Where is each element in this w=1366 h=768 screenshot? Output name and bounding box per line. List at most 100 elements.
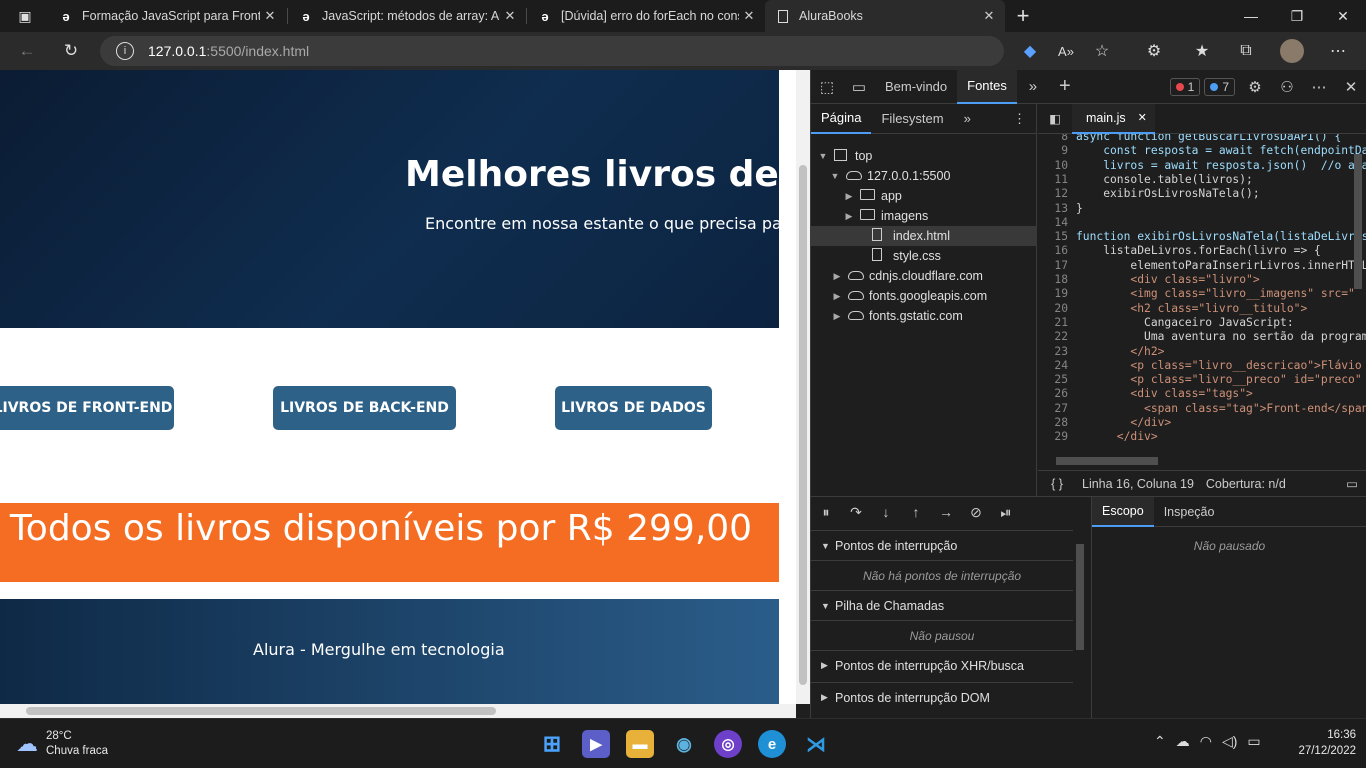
- step-over-icon[interactable]: ↷: [841, 504, 871, 521]
- extensions-icon[interactable]: ⚙: [1138, 36, 1170, 66]
- teams-chat-icon[interactable]: ▶: [582, 730, 610, 758]
- wifi-icon[interactable]: ◠: [1200, 733, 1212, 750]
- code-line[interactable]: 23 </h2>: [1038, 345, 1366, 359]
- inspect-element-icon[interactable]: ⬚: [811, 78, 843, 96]
- line-number[interactable]: 29: [1038, 430, 1076, 444]
- section-call-stack[interactable]: ▼ Pilha de Chamadas: [811, 590, 1073, 620]
- line-number[interactable]: 16: [1038, 244, 1076, 258]
- line-number[interactable]: 21: [1038, 316, 1076, 330]
- connect-icon[interactable]: ⚇: [1271, 78, 1303, 96]
- line-number[interactable]: 20: [1038, 302, 1076, 316]
- close-tab-icon[interactable]: ✕: [739, 8, 759, 24]
- tab-filesystem[interactable]: Filesystem: [871, 104, 953, 134]
- code-line[interactable]: 18 <div class="livro">: [1038, 273, 1366, 287]
- restore-icon[interactable]: ❐: [1274, 0, 1320, 32]
- edge-icon[interactable]: e: [758, 730, 786, 758]
- add-favorite-icon[interactable]: ☆: [1086, 36, 1118, 66]
- code-line[interactable]: 19 <img class="livro__imagens" src=": [1038, 287, 1366, 301]
- tab-inspecao[interactable]: Inspeção: [1154, 497, 1225, 527]
- step-icon[interactable]: →: [931, 504, 961, 520]
- code-line[interactable]: 11 console.table(livros);: [1038, 173, 1366, 187]
- tab-pagina[interactable]: Página: [811, 104, 872, 134]
- section-dom-breakpoints[interactable]: ▶ Pontos de interrupção DOM: [811, 682, 1073, 712]
- tab-formacao[interactable]: ə Formação JavaScript para Front-end ✕: [48, 0, 286, 32]
- tab-bem-vindo[interactable]: Bem-vindo: [875, 70, 957, 104]
- minimize-icon[interactable]: —: [1228, 0, 1274, 32]
- vscode-icon[interactable]: ⋊: [802, 730, 830, 758]
- line-number[interactable]: 10: [1038, 159, 1076, 173]
- code-line[interactable]: 13}: [1038, 202, 1366, 216]
- shopping-tag-icon[interactable]: ◆: [1014, 36, 1046, 66]
- tab-main-js[interactable]: main.js ✕: [1072, 103, 1155, 134]
- chevron-up-icon[interactable]: ⌃: [1154, 733, 1166, 750]
- line-number[interactable]: 19: [1038, 287, 1076, 301]
- tree-item-localhost[interactable]: ▼ 127.0.0.1:5500: [811, 166, 1037, 186]
- tree-item-style-css[interactable]: style.css: [811, 246, 1037, 266]
- step-out-icon[interactable]: ↑: [901, 504, 931, 520]
- tab-fontes[interactable]: Fontes: [957, 69, 1017, 104]
- close-tab-icon[interactable]: ✕: [500, 8, 520, 24]
- line-number[interactable]: 18: [1038, 273, 1076, 287]
- line-number[interactable]: 14: [1038, 216, 1076, 230]
- close-tab-icon[interactable]: ✕: [979, 8, 999, 24]
- deactivate-breakpoints-icon[interactable]: ⊘: [961, 504, 991, 521]
- editor-horizontal-scrollbar[interactable]: [1038, 454, 1366, 468]
- error-badge[interactable]: 1: [1169, 77, 1201, 96]
- line-number[interactable]: 15: [1038, 230, 1076, 244]
- tree-item-top[interactable]: ▼ top: [811, 146, 1037, 166]
- line-number[interactable]: 12: [1038, 187, 1076, 201]
- system-tray[interactable]: ⌃ ☁ ◠ ◁) ▭: [1154, 733, 1261, 750]
- code-line[interactable]: 22 Uma aventura no sertão da programação: [1038, 330, 1366, 344]
- page-horizontal-scrollbar[interactable]: [0, 704, 796, 718]
- code-line[interactable]: 16 listaDeLivros.forEach(livro => {: [1038, 244, 1366, 258]
- message-badge[interactable]: 7: [1204, 77, 1235, 96]
- code-line[interactable]: 24 <p class="livro__descricao">Flávio: [1038, 359, 1366, 373]
- volume-icon[interactable]: ◁): [1222, 733, 1237, 750]
- code-line[interactable]: 28 </div>: [1038, 416, 1366, 430]
- code-line[interactable]: 9 const resposta = await fetch(endpointD…: [1038, 144, 1366, 158]
- code-line[interactable]: 17 elementoParaInserirLivros.innerHTML: [1038, 259, 1366, 273]
- github-desktop-icon[interactable]: ◎: [714, 730, 742, 758]
- start-icon[interactable]: ⊞: [538, 730, 566, 758]
- back-icon[interactable]: ←: [12, 36, 42, 66]
- tree-item-index-html[interactable]: index.html: [811, 226, 1037, 246]
- close-tab-icon[interactable]: ✕: [260, 8, 280, 24]
- code-line[interactable]: 20 <h2 class="livro__titulo">: [1038, 302, 1366, 316]
- onedrive-icon[interactable]: ☁: [1176, 733, 1190, 750]
- add-tab-icon[interactable]: +: [1049, 75, 1081, 98]
- tree-item-cdnjs[interactable]: ▶ cdnjs.cloudflare.com: [811, 266, 1037, 286]
- page-vertical-scrollbar[interactable]: [796, 70, 810, 704]
- debugger-scrollbar[interactable]: [1073, 530, 1087, 719]
- profile-avatar[interactable]: [1276, 36, 1308, 66]
- file-explorer-icon[interactable]: ▬: [626, 730, 654, 758]
- clock[interactable]: 16:36 27/12/2022: [1296, 727, 1356, 759]
- code-area[interactable]: 8 async function getBuscarLivrosDaAPI() {…: [1038, 134, 1366, 454]
- tree-item-gstatic[interactable]: ▶ fonts.gstatic.com: [811, 306, 1037, 326]
- code-line[interactable]: 25 <p class="livro__preco" id="preco": [1038, 373, 1366, 387]
- code-line[interactable]: 12 exibirOsLivrosNaTela();: [1038, 187, 1366, 201]
- line-number[interactable]: 23: [1038, 345, 1076, 359]
- app-icon[interactable]: ◉: [670, 730, 698, 758]
- tab-escopo[interactable]: Escopo: [1092, 496, 1154, 527]
- line-number[interactable]: 25: [1038, 373, 1076, 387]
- battery-icon[interactable]: ▭: [1247, 733, 1260, 750]
- close-devtools-icon[interactable]: ✕: [1335, 78, 1366, 96]
- line-number[interactable]: 17: [1038, 259, 1076, 273]
- code-line[interactable]: 14: [1038, 216, 1366, 230]
- close-window-icon[interactable]: ✕: [1320, 0, 1366, 32]
- line-number[interactable]: 27: [1038, 402, 1076, 416]
- tab-actions-icon[interactable]: ▣: [2, 0, 48, 32]
- line-number[interactable]: 8: [1038, 134, 1076, 144]
- tree-item-app[interactable]: ▶ app: [811, 186, 1037, 206]
- dados-button[interactable]: LIVROS DE DADOS: [555, 386, 712, 430]
- settings-gear-icon[interactable]: ⚙: [1239, 78, 1271, 96]
- pause-on-exceptions-icon[interactable]: ⏯: [991, 504, 1021, 521]
- more-nav-tabs-icon[interactable]: »: [954, 104, 981, 134]
- pause-icon[interactable]: ⏸: [811, 504, 841, 521]
- line-number[interactable]: 13: [1038, 202, 1076, 216]
- address-input[interactable]: i 127.0.0.1:5500/index.html: [100, 36, 1004, 66]
- line-number[interactable]: 24: [1038, 359, 1076, 373]
- line-number[interactable]: 9: [1038, 144, 1076, 158]
- collections-icon[interactable]: ⧉: [1230, 36, 1262, 66]
- device-emulation-icon[interactable]: ▭: [843, 78, 875, 96]
